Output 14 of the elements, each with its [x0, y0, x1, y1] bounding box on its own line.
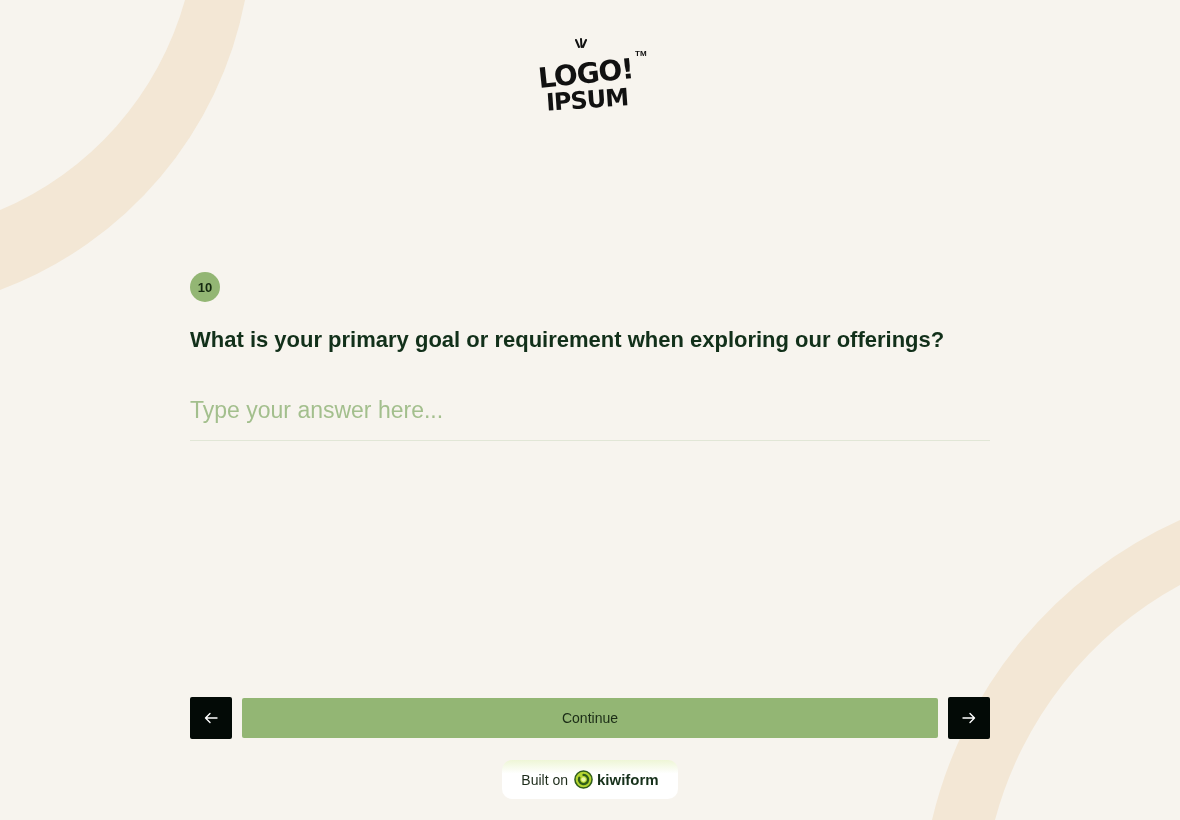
- arrow-right-icon: [962, 712, 976, 724]
- built-on-text: Built on: [521, 771, 568, 788]
- back-button[interactable]: [190, 697, 232, 739]
- ring-logo-icon: [574, 770, 593, 789]
- arrow-left-icon: [204, 712, 218, 724]
- continue-button[interactable]: Continue: [242, 698, 938, 738]
- next-button[interactable]: [948, 697, 990, 739]
- built-on-badge[interactable]: Built on kiwiform: [502, 760, 678, 799]
- brand-name: kiwiform: [597, 771, 659, 788]
- answer-field[interactable]: Type your answer here...: [190, 385, 990, 441]
- question-number: 10: [190, 272, 220, 302]
- sparkle-icon: [574, 38, 588, 49]
- trademark-mark: TM: [635, 50, 647, 58]
- question-text: What is your primary goal or requirement when exploring our offerings?: [190, 326, 945, 354]
